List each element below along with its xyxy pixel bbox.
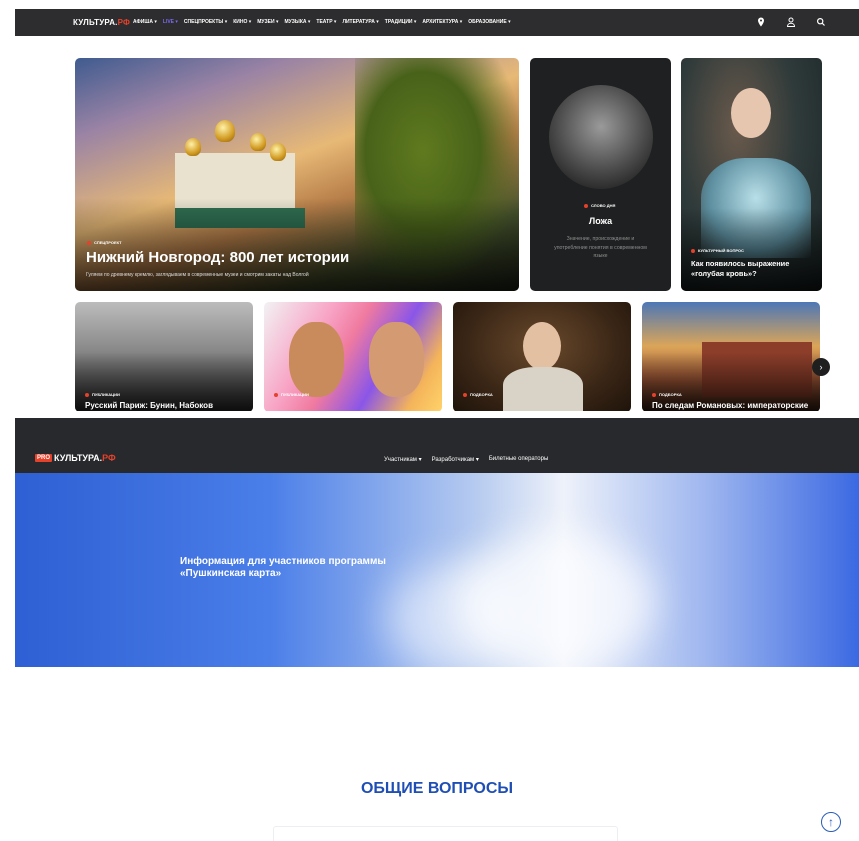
carousel-next-button[interactable]: › xyxy=(812,358,830,376)
small-card[interactable]: ПОДБОРКА По следам Романовых: императорс… xyxy=(642,302,820,411)
dome-shape xyxy=(185,138,201,156)
user-icon[interactable] xyxy=(785,16,797,28)
portrait-face xyxy=(289,322,344,397)
small-card-tag: ПОДБОРКА xyxy=(652,392,682,397)
word-card-title[interactable]: Ложа xyxy=(530,216,671,226)
question-card-title[interactable]: Как появилось выражение «голубая кровь»? xyxy=(691,259,816,279)
small-card-tag: ПУБЛИКАЦИИ xyxy=(274,392,309,397)
nav-item-muzyka[interactable]: МУЗЫКА ▾ xyxy=(285,19,311,25)
nav-item-developers[interactable]: Разработчикам ▾ xyxy=(432,456,479,463)
hero-card[interactable]: СПЕЦПРОЕКТ Нижний Новгород: 800 лет исто… xyxy=(75,58,519,291)
nav-item-participants[interactable]: Участникам ▾ xyxy=(384,456,422,463)
search-icon[interactable] xyxy=(815,16,827,28)
portrait-face xyxy=(369,322,424,397)
nav-item-live[interactable]: LIVE ▾ xyxy=(163,19,178,25)
pro-badge: PRO xyxy=(35,454,53,462)
culture-question-card[interactable]: КУЛЬТУРНЫЙ ВОПРОС Как появилось выражени… xyxy=(681,58,822,291)
dome-shape xyxy=(270,143,286,161)
question-card-tag: КУЛЬТУРНЫЙ ВОПРОС xyxy=(691,248,744,253)
hero-title[interactable]: Нижний Новгород: 800 лет истории xyxy=(86,249,349,266)
nav-item-muzei[interactable]: МУЗЕИ ▾ xyxy=(257,19,278,25)
dome-shape xyxy=(215,120,235,142)
logo-rf: РФ xyxy=(117,18,131,27)
pushkin-card-banner: Информация для участников программы «Пуш… xyxy=(15,473,859,673)
logo-text: КУЛЬТУРА. xyxy=(54,453,103,463)
small-card-title[interactable]: Русский Париж: Бунин, Набоков xyxy=(85,401,213,410)
nav-item-architecture[interactable]: АРХИТЕКТУРА ▾ xyxy=(422,19,462,25)
logo-text: КУЛЬТУРА. xyxy=(73,18,118,27)
scroll-to-top-button[interactable]: ↑ xyxy=(821,812,841,832)
word-card-tag: СЛОВО ДНЯ xyxy=(584,203,615,208)
small-card[interactable]: ПУБЛИКАЦИИ Русский Париж: Бунин, Набоков xyxy=(75,302,253,411)
nav-item-teatr[interactable]: ТЕАТР ▾ xyxy=(316,19,336,25)
pro-kultura-page: PRO КУЛЬТУРА.РФ Участникам ▾ Разработчик… xyxy=(15,418,859,841)
small-card-title[interactable]: По следам Романовых: императорские xyxy=(652,401,808,410)
site-logo[interactable]: КУЛЬТУРА.РФ xyxy=(73,18,130,27)
small-card[interactable]: ПУБЛИКАЦИИ xyxy=(264,302,442,411)
kultura-rf-page: КУЛЬТУРА.РФ АФИША ▾ LIVE ▾ СПЕЦПРОЕКТЫ ▾… xyxy=(15,0,859,411)
word-card-subtitle: Значение, происхождение и употребление п… xyxy=(554,236,647,259)
hero-subtitle: Гуляем по древнему кремлю, заглядываем в… xyxy=(86,272,309,278)
pro-site-logo[interactable]: PRO КУЛЬТУРА.РФ xyxy=(35,453,116,463)
portrait-face xyxy=(731,88,771,138)
top-navbar: КУЛЬТУРА.РФ АФИША ▾ LIVE ▾ СПЕЦПРОЕКТЫ ▾… xyxy=(15,9,859,36)
nav-item-afisha[interactable]: АФИША ▾ xyxy=(133,19,157,25)
banner-blur xyxy=(455,533,655,673)
portrait-face xyxy=(523,322,561,370)
nav-item-ticket-operators[interactable]: Билетные операторы xyxy=(489,456,548,463)
pro-logo-text: КУЛЬТУРА.РФ xyxy=(54,453,116,463)
portrait-dress xyxy=(503,367,583,411)
hero-tag: СПЕЦПРОЕКТ xyxy=(87,240,122,245)
banner-title: Информация для участников программы «Пуш… xyxy=(180,556,386,579)
nav-item-literatura[interactable]: ЛИТЕРАТУРА ▾ xyxy=(342,19,378,25)
word-of-day-card[interactable]: СЛОВО ДНЯ Ложа Значение, происхождение и… xyxy=(530,58,671,291)
nav-icons xyxy=(755,16,827,28)
main-menu: АФИША ▾ LIVE ▾ СПЕЦПРОЕКТЫ ▾ КИНО ▾ МУЗЕ… xyxy=(133,19,511,25)
nav-item-kino[interactable]: КИНО ▾ xyxy=(233,19,251,25)
small-card-tag: ПОДБОРКА xyxy=(463,392,493,397)
nav-item-education[interactable]: ОБРАЗОВАНИЕ ▾ xyxy=(468,19,510,25)
pro-menu: Участникам ▾ Разработчикам ▾ Билетные оп… xyxy=(384,456,548,463)
logo-rf: РФ xyxy=(102,453,116,463)
pro-navbar: PRO КУЛЬТУРА.РФ Участникам ▾ Разработчик… xyxy=(15,418,859,473)
nav-item-specprojects[interactable]: СПЕЦПРОЕКТЫ ▾ xyxy=(184,19,227,25)
nav-item-traditions[interactable]: ТРАДИЦИИ ▾ xyxy=(385,19,417,25)
word-card-photo xyxy=(549,85,653,189)
faq-item[interactable] xyxy=(273,826,618,841)
dome-shape xyxy=(250,133,266,151)
location-icon[interactable] xyxy=(755,16,767,28)
small-card[interactable]: ПОДБОРКА xyxy=(453,302,631,411)
faq-heading: ОБЩИЕ ВОПРОСЫ xyxy=(360,780,514,797)
small-card-tag: ПУБЛИКАЦИИ xyxy=(85,392,120,397)
